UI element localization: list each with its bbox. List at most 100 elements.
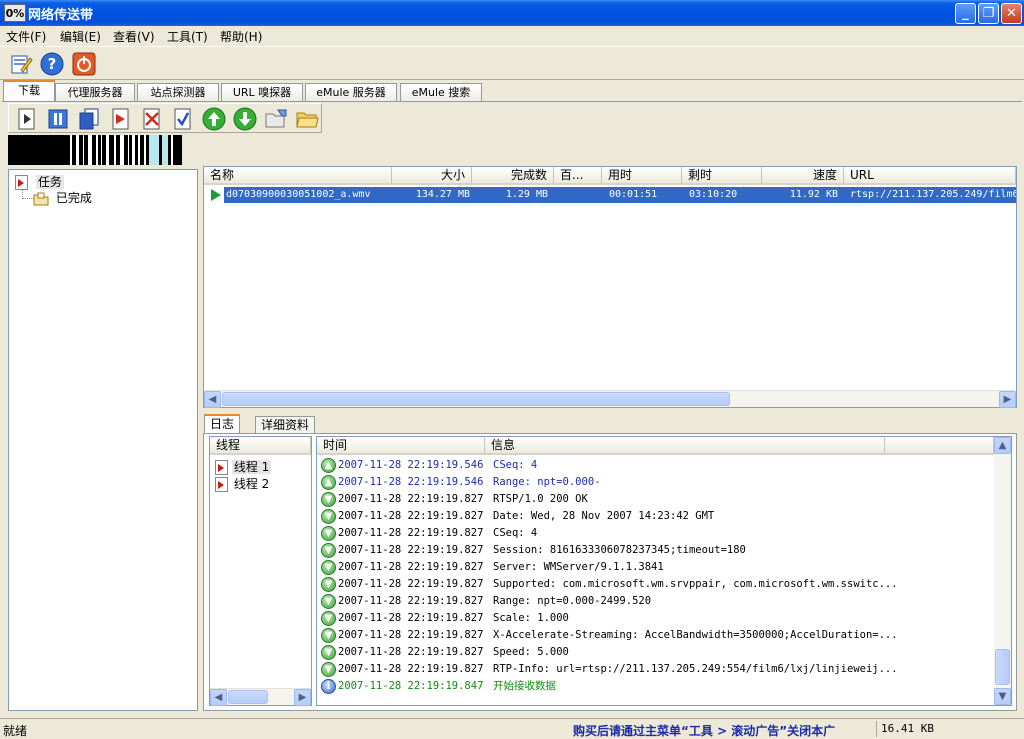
title-bar[interactable]: 0% 网络传送带 _ ❐ ✕ — [0, 0, 1024, 26]
log-row[interactable]: ▼ 2007-11-28 22:19:19.827 Session: 8161633… — [321, 542, 991, 559]
maximize-button[interactable]: ❐ — [978, 3, 999, 24]
log-message: Supported: com.microsoft.wm.srvppair, co… — [493, 578, 898, 590]
check-icon[interactable] — [171, 107, 195, 131]
tab-details[interactable]: 详细资料 — [255, 416, 316, 434]
arrow-down-icon: ▼ — [321, 628, 336, 643]
menu-edit[interactable]: 编辑(E) — [60, 28, 101, 45]
scroll-up-button[interactable]: ▲ — [994, 437, 1011, 454]
menu-view[interactable]: 查看(V) — [113, 28, 155, 45]
task-tree: 任务 已完成 — [8, 169, 198, 711]
detail-tabs: 日志 详细资料 — [203, 414, 1017, 434]
ad-banner[interactable]: 购买后请通过主菜单“工具 > 滚动广告”关闭本广 — [573, 722, 835, 739]
thread-header[interactable]: 线程 — [210, 437, 311, 455]
log-row[interactable]: i 2007-11-28 22:19:19.847 开始接收数据 — [321, 678, 991, 695]
log-row[interactable]: ▼ 2007-11-28 22:19:19.827 Speed: 5.000 — [321, 644, 991, 661]
stop-icon[interactable] — [77, 107, 101, 131]
log-message: CSeq: 4 — [493, 527, 538, 539]
log-time: 2007-11-28 22:19:19.827 — [338, 663, 484, 675]
scroll-right-button[interactable]: ▶ — [294, 689, 311, 706]
scroll-thumb[interactable] — [995, 649, 1010, 685]
arrow-down-icon: ▼ — [321, 662, 336, 677]
thread-hscrollbar[interactable]: ◀ ▶ — [210, 688, 311, 706]
col-header-done[interactable]: 完成数 — [472, 167, 554, 185]
minimize-button[interactable]: _ — [955, 3, 976, 24]
log-row[interactable]: ▼ 2007-11-28 22:19:19.827 Scale: 1.000 — [321, 610, 991, 627]
open-folder-icon[interactable] — [264, 107, 288, 131]
tree-node-tasks[interactable]: 任务 — [15, 173, 64, 190]
status-text: 就绪 — [3, 724, 28, 738]
arrow-down-icon: ▼ — [321, 492, 336, 507]
svg-text:?: ? — [48, 55, 57, 73]
scroll-thumb[interactable] — [228, 690, 268, 704]
log-list: 时间 信息 ▲ 2007-11-28 22:19:19.546 CSeq: 4 ▲ 20… — [316, 436, 1012, 706]
tab-emule-search[interactable]: eMule 搜索 — [400, 83, 482, 102]
log-message: Scale: 1.000 — [493, 612, 569, 624]
log-row[interactable]: ▼ 2007-11-28 22:19:19.827 X-Accelerate-Str… — [321, 627, 991, 644]
table-row[interactable]: d07030900030051002_a.wmv 134.27 MB 1.29 … — [204, 187, 1016, 203]
move-down-icon[interactable] — [233, 107, 257, 131]
folder-icon[interactable] — [295, 107, 319, 131]
log-message: X-Accelerate-Streaming: AccelBandwidth=3… — [493, 629, 898, 641]
pause-icon[interactable] — [46, 107, 70, 131]
menu-help[interactable]: 帮助(H) — [220, 28, 262, 45]
start-icon[interactable] — [15, 107, 39, 131]
new-task-icon[interactable] — [9, 52, 33, 76]
thread-item-1[interactable]: 线程 1 — [215, 458, 272, 475]
completed-folder-icon — [33, 192, 49, 205]
tree-node-completed[interactable]: 已完成 — [33, 189, 92, 206]
cell-url: rtsp://211.137.205.249/film6 — [850, 189, 1016, 200]
log-time: 2007-11-28 22:19:19.827 — [338, 527, 484, 539]
col-header-elapsed[interactable]: 用时 — [602, 167, 682, 185]
downloading-icon — [211, 189, 221, 201]
scroll-right-button[interactable]: ▶ — [999, 391, 1016, 408]
tab-url-sniffer[interactable]: URL 嗅探器 — [221, 83, 303, 102]
task-doc-icon — [15, 175, 28, 190]
col-header-remaining[interactable]: 剩时 — [682, 167, 762, 185]
tab-download[interactable]: 下载 — [3, 80, 55, 102]
col-header-size[interactable]: 大小 — [392, 167, 472, 185]
log-time: 2007-11-28 22:19:19.827 — [338, 561, 484, 573]
log-message: Session: 8161633306078237345;timeout=180 — [493, 544, 746, 556]
delete-icon[interactable] — [140, 107, 164, 131]
tab-site-probe[interactable]: 站点探测器 — [137, 83, 219, 102]
scroll-down-button[interactable]: ▼ — [994, 688, 1011, 705]
scroll-left-button[interactable]: ◀ — [210, 689, 227, 706]
menu-tools[interactable]: 工具(T) — [167, 28, 208, 45]
open-icon[interactable] — [109, 107, 133, 131]
arrow-down-icon: ▼ — [321, 560, 336, 575]
log-row[interactable]: ▼ 2007-11-28 22:19:19.827 RTP-Info: url=rt… — [321, 661, 991, 678]
col-header-speed[interactable]: 速度 — [762, 167, 844, 185]
log-header-filler — [885, 437, 994, 455]
col-header-url[interactable]: URL — [844, 167, 1016, 185]
log-row[interactable]: ▼ 2007-11-28 22:19:19.827 Range: npt=0.000… — [321, 593, 991, 610]
log-vscrollbar[interactable]: ▲ ▼ — [994, 437, 1011, 705]
close-button[interactable]: ✕ — [1001, 3, 1022, 24]
log-row[interactable]: ▼ 2007-11-28 22:19:19.827 Server: WMServer… — [321, 559, 991, 576]
cell-percent — [554, 187, 598, 203]
log-row[interactable]: ▼ 2007-11-28 22:19:19.827 Supported: com.m… — [321, 576, 991, 593]
log-row[interactable]: ▲ 2007-11-28 22:19:19.546 CSeq: 4 — [321, 457, 991, 474]
col-header-name[interactable]: 名称 — [204, 167, 392, 185]
log-row[interactable]: ▲ 2007-11-28 22:19:19.546 Range: npt=0.000… — [321, 474, 991, 491]
log-message: Speed: 5.000 — [493, 646, 569, 658]
log-message: Date: Wed, 28 Nov 2007 14:23:42 GMT — [493, 510, 715, 522]
tab-proxy[interactable]: 代理服务器 — [55, 83, 135, 102]
help-icon[interactable]: ? — [40, 52, 64, 76]
task-list-hscrollbar[interactable]: ◀ ▶ — [204, 390, 1016, 408]
thread-item-2[interactable]: 线程 2 — [215, 475, 271, 492]
scroll-left-button[interactable]: ◀ — [204, 391, 221, 408]
log-header-time[interactable]: 时间 — [317, 437, 485, 455]
tab-log[interactable]: 日志 — [204, 414, 241, 434]
log-time: 2007-11-28 22:19:19.827 — [338, 510, 484, 522]
col-header-percent[interactable]: 百... — [554, 167, 602, 185]
scroll-thumb[interactable] — [222, 392, 730, 406]
log-header-info[interactable]: 信息 — [485, 437, 885, 455]
move-up-icon[interactable] — [202, 107, 226, 131]
tab-emule-server[interactable]: eMule 服务器 — [305, 83, 397, 102]
log-row[interactable]: ▼ 2007-11-28 22:19:19.827 RTSP/1.0 200 OK — [321, 491, 991, 508]
log-row[interactable]: ▼ 2007-11-28 22:19:19.827 CSeq: 4 — [321, 525, 991, 542]
power-icon[interactable] — [72, 52, 96, 76]
menu-file[interactable]: 文件(F) — [6, 28, 46, 45]
log-row[interactable]: ▼ 2007-11-28 22:19:19.827 Date: Wed, 28 No… — [321, 508, 991, 525]
arrow-up-icon: ▲ — [321, 475, 336, 490]
